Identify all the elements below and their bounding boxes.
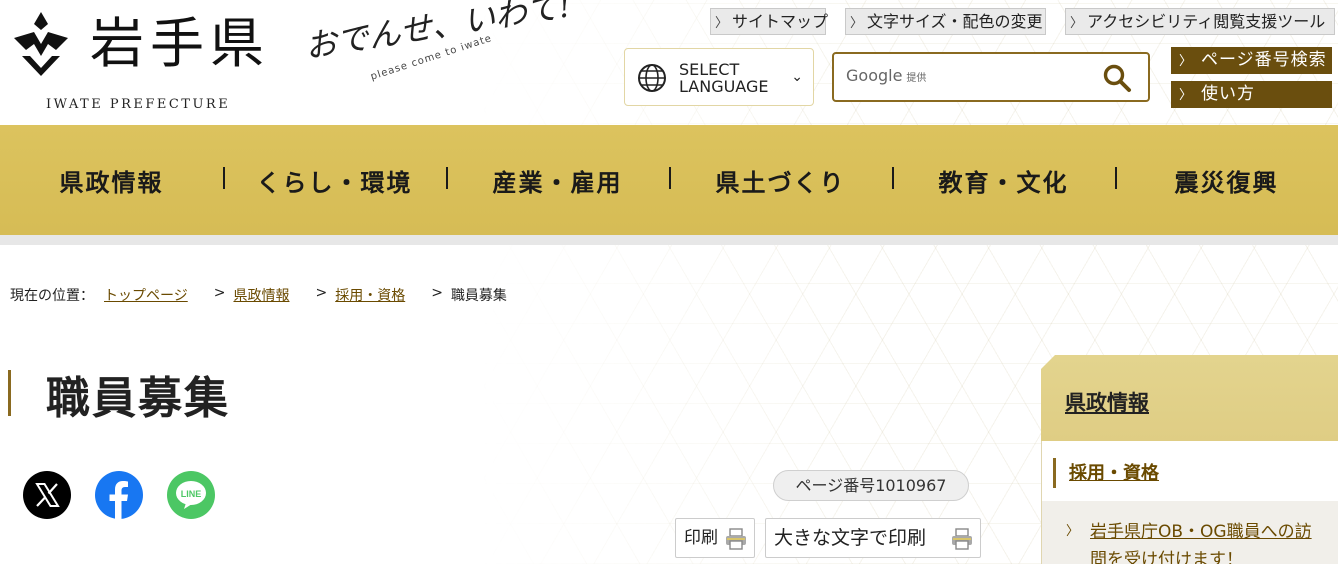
tagline: おでんせ、いわて! please come to iwate [302,0,595,104]
page-number-search-button[interactable]: 〉ページ番号検索 [1171,47,1332,74]
logo-english: IWATE PREFECTURE [46,97,231,112]
sidebar-list-item-label: 岩手県庁OB・OG職員への訪問を受け付けます！ [1090,522,1312,564]
breadcrumb: 現在の位置： トップページ > 県政情報 > 採用・資格 > 職員募集 [10,285,507,305]
nav-item-land-development[interactable]: 県土づくり [669,163,892,198]
breadcrumb-recruitment[interactable]: 採用・資格 [335,285,405,305]
chevron-right-icon: 〉 [1066,524,1080,539]
chevron-right-icon: 〉 [715,16,729,31]
page-title: 職員募集 [46,373,230,424]
sitemap-label: サイトマップ [732,12,829,31]
search-icon[interactable] [1102,63,1132,93]
print-large-text-button[interactable]: 大きな文字で印刷 [765,518,981,558]
title-accent-bar [8,370,11,416]
chevron-down-icon: ⌄ [791,69,803,85]
sidebar-accent-bar [1053,458,1056,488]
page-number-badge: ページ番号1010967 [773,470,969,501]
page-number-search-label: ページ番号検索 [1201,50,1327,70]
sidebar-header-link[interactable]: 県政情報 [1065,387,1149,417]
chevron-right-icon: 〉 [850,16,864,31]
font-size-color-link[interactable]: 〉文字サイズ・配色の変更 [845,8,1046,35]
line-share-icon[interactable]: LINE [166,470,216,520]
print-button[interactable]: 印刷 [675,518,755,558]
chevron-right-icon: 〉 [1179,54,1194,69]
nav-item-education-culture[interactable]: 教育・文化 [892,163,1115,198]
nav-divider [0,235,1338,245]
global-nav: 県政情報 くらし・環境 産業・雇用 県土づくり 教育・文化 震災復興 [0,125,1338,235]
breadcrumb-separator: > [213,285,226,301]
font-size-color-label: 文字サイズ・配色の変更 [867,12,1043,31]
sidebar-item-recruitment[interactable]: 採用・資格 [1069,459,1159,485]
google-brand: Google 提供 [846,66,927,85]
logo-text[interactable]: 岩手県 [90,6,270,82]
printer-icon [726,528,746,550]
chevron-right-icon: 〉 [1179,88,1194,103]
nav-item-living-environment[interactable]: くらし・環境 [223,163,446,198]
breadcrumb-separator: > [315,285,328,301]
print-label: 印刷 [684,528,718,548]
breadcrumb-prefectural-info[interactable]: 県政情報 [233,285,289,305]
svg-text:LINE: LINE [181,489,202,499]
sitemap-link[interactable]: 〉サイトマップ [710,8,829,35]
printer-icon [952,528,972,550]
how-to-use-label: 使い方 [1201,84,1256,104]
chevron-right-icon: 〉 [1070,16,1084,31]
language-label: SELECT LANGUAGE [679,60,769,96]
nav-item-disaster-recovery[interactable]: 震災復興 [1115,163,1338,198]
globe-icon [638,64,666,92]
x-share-icon[interactable] [22,470,72,520]
sidebar-list-item[interactable]: 〉 岩手県庁OB・OG職員への訪問を受け付けます！ [1066,518,1326,564]
accessibility-tool-label: アクセシビリティ閲覧支援ツール [1087,12,1326,31]
nav-item-prefectural-info[interactable]: 県政情報 [0,163,223,198]
select-language-button[interactable]: SELECT LANGUAGE ⌄ [624,48,814,106]
accessibility-tool-link[interactable]: 〉アクセシビリティ閲覧支援ツール [1065,8,1335,35]
breadcrumb-prefix: 現在の位置： [10,288,94,304]
search-input[interactable] [944,62,1094,92]
breadcrumb-current: 職員募集 [450,288,507,304]
breadcrumb-top-page[interactable]: トップページ [104,285,188,305]
facebook-share-icon[interactable] [94,470,144,520]
nav-item-industry-employment[interactable]: 産業・雇用 [446,163,669,198]
prefecture-emblem-icon[interactable] [12,10,70,78]
search-box[interactable]: Google 提供 [832,52,1150,102]
how-to-use-button[interactable]: 〉使い方 [1171,81,1332,108]
print-large-text-label: 大きな文字で印刷 [774,527,927,549]
breadcrumb-separator: > [431,285,443,301]
